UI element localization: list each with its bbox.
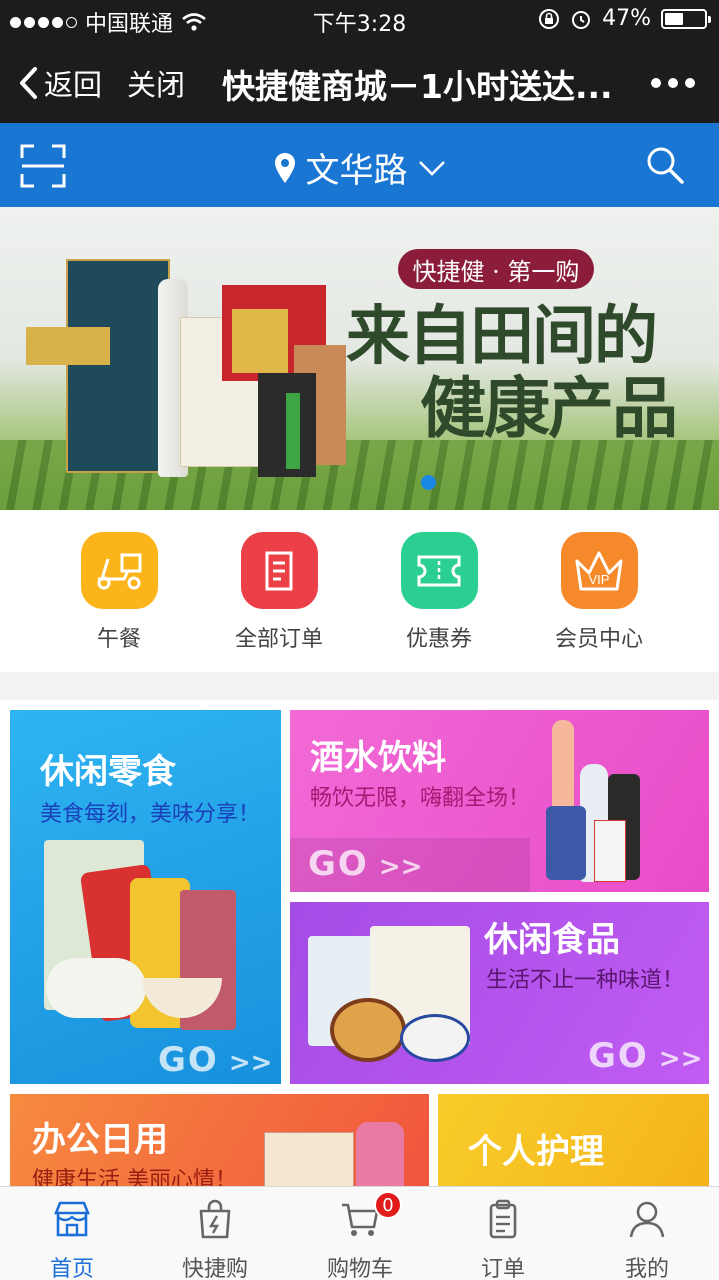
quick-link-member-center[interactable]: VIP 会员中心 [519, 532, 679, 653]
more-dot-icon [685, 78, 695, 88]
nav-bar: 返回 关闭 快捷健商城－1小时送达... [0, 40, 719, 123]
clipboard-icon [489, 1199, 517, 1239]
quick-link-label: 优惠券 [405, 627, 472, 652]
promo-banner[interactable]: 快捷健 · 第一购 来自田间的 健康产品 [0, 207, 719, 510]
vip-crown-icon: VIP [560, 532, 638, 609]
tab-profile[interactable]: 我的 [592, 1199, 702, 1280]
ticket-icon [400, 532, 478, 609]
go-label: GO [158, 1040, 219, 1080]
drink-can-image [546, 806, 586, 880]
carousel-indicator[interactable] [421, 475, 436, 490]
quick-link-lunch[interactable]: 午餐 [39, 532, 199, 653]
battery-percent: 47% [602, 6, 651, 31]
person-icon [629, 1201, 665, 1238]
cookie-tin-image [400, 1014, 470, 1062]
location-bar: 文华路 [0, 123, 719, 207]
category-snacks[interactable]: 休闲零食 美食每刻，美味分享！ GO >> [10, 710, 281, 1084]
quick-link-label: 会员中心 [554, 627, 643, 652]
orientation-lock-icon [539, 8, 560, 29]
product-box-image [232, 309, 288, 373]
more-dot-icon [668, 78, 678, 88]
lightning-bag-icon [199, 1199, 231, 1239]
thermos-image [356, 1122, 404, 1186]
svg-text:VIP: VIP [589, 572, 610, 587]
close-button[interactable]: 关闭 [127, 62, 185, 104]
milk-carton-image [594, 820, 626, 882]
chevron-down-icon [418, 160, 445, 176]
tab-label: 快捷购 [181, 1257, 248, 1280]
category-drinks[interactable]: 酒水饮料 畅饮无限，嗨翻全场！ GO >> [290, 710, 709, 892]
go-label: GO [308, 844, 369, 884]
cart-count-badge: 0 [374, 1191, 402, 1219]
category-subtitle: 健康生活 美丽心情！ [32, 1168, 237, 1186]
category-office-daily[interactable]: 办公日用 健康生活 美丽心情！ [10, 1094, 429, 1186]
alarm-icon [572, 10, 591, 29]
tab-label: 订单 [480, 1257, 525, 1280]
status-right: 47% [538, 6, 711, 31]
category-title: 个人护理 [468, 1132, 604, 1172]
battery-level [665, 12, 683, 25]
product-label-image [26, 327, 110, 365]
order-list-icon [240, 532, 318, 609]
store-icon [54, 1201, 90, 1237]
status-bar: 中国联通 下午3:28 47% [0, 0, 719, 40]
category-personal-care[interactable]: 个人护理 [438, 1094, 709, 1186]
tab-label: 我的 [624, 1257, 669, 1280]
tab-home[interactable]: 首页 [17, 1199, 127, 1280]
back-label: 返回 [44, 68, 103, 102]
more-dot-icon [651, 78, 661, 88]
product-tea-stripe [286, 393, 300, 469]
tissue-box-image [264, 1132, 354, 1186]
go-button[interactable]: GO >> [158, 1040, 272, 1080]
go-button[interactable]: GO >> [308, 844, 422, 884]
scooter-icon [80, 532, 158, 609]
category-title: 休闲食品 [484, 920, 620, 960]
more-options-button[interactable] [651, 78, 695, 88]
section-divider [0, 672, 719, 700]
go-label: GO [588, 1036, 649, 1076]
category-leisure-food[interactable]: 休闲食品 生活不止一种味道！ GO >> [290, 902, 709, 1084]
tab-quick-buy[interactable]: 快捷购 [160, 1199, 270, 1280]
tab-orders[interactable]: 订单 [448, 1199, 558, 1280]
location-pin-icon [274, 152, 295, 183]
category-title: 办公日用 [32, 1120, 168, 1160]
banner-tag: 快捷健 · 第一购 [398, 249, 594, 289]
quick-link-label: 午餐 [96, 627, 141, 652]
category-subtitle: 美食每刻，美味分享！ [40, 802, 261, 827]
quick-link-label: 全部订单 [234, 627, 323, 652]
category-subtitle: 畅饮无限，嗨翻全场！ [310, 786, 531, 811]
tab-label: 首页 [49, 1257, 94, 1280]
category-title: 休闲零食 [40, 752, 176, 792]
battery-icon [661, 8, 711, 29]
quick-link-coupons[interactable]: 优惠券 [359, 532, 519, 653]
quick-links: 午餐 全部订单 优惠券 VIP 会员中心 [0, 510, 719, 672]
chevron-left-icon [20, 67, 37, 99]
go-button[interactable]: GO >> [588, 1036, 702, 1076]
back-button[interactable]: 返回 [18, 62, 102, 104]
category-title: 酒水饮料 [310, 738, 446, 778]
category-subtitle: 生活不止一种味道！ [486, 968, 685, 993]
category-grid: 休闲零食 美食每刻，美味分享！ GO >> 酒水饮料 畅饮无限，嗨翻全场！ GO >… [0, 700, 719, 1186]
location-selector[interactable]: 文华路 [0, 143, 719, 192]
bottom-tab-bar: 首页 快捷购 购物车 0 订单 我的 [0, 1186, 719, 1280]
cookie-tin-image [330, 998, 406, 1062]
tab-label: 购物车 [326, 1257, 393, 1280]
candy-pile-image [46, 958, 146, 1018]
quick-link-all-orders[interactable]: 全部订单 [199, 532, 359, 653]
search-icon[interactable] [645, 145, 685, 185]
product-giftbox-image [66, 259, 170, 473]
location-name: 文华路 [305, 151, 408, 191]
page-title: 快捷健商城－1小时送达... [222, 67, 613, 106]
banner-headline: 健康产品 [420, 369, 678, 447]
